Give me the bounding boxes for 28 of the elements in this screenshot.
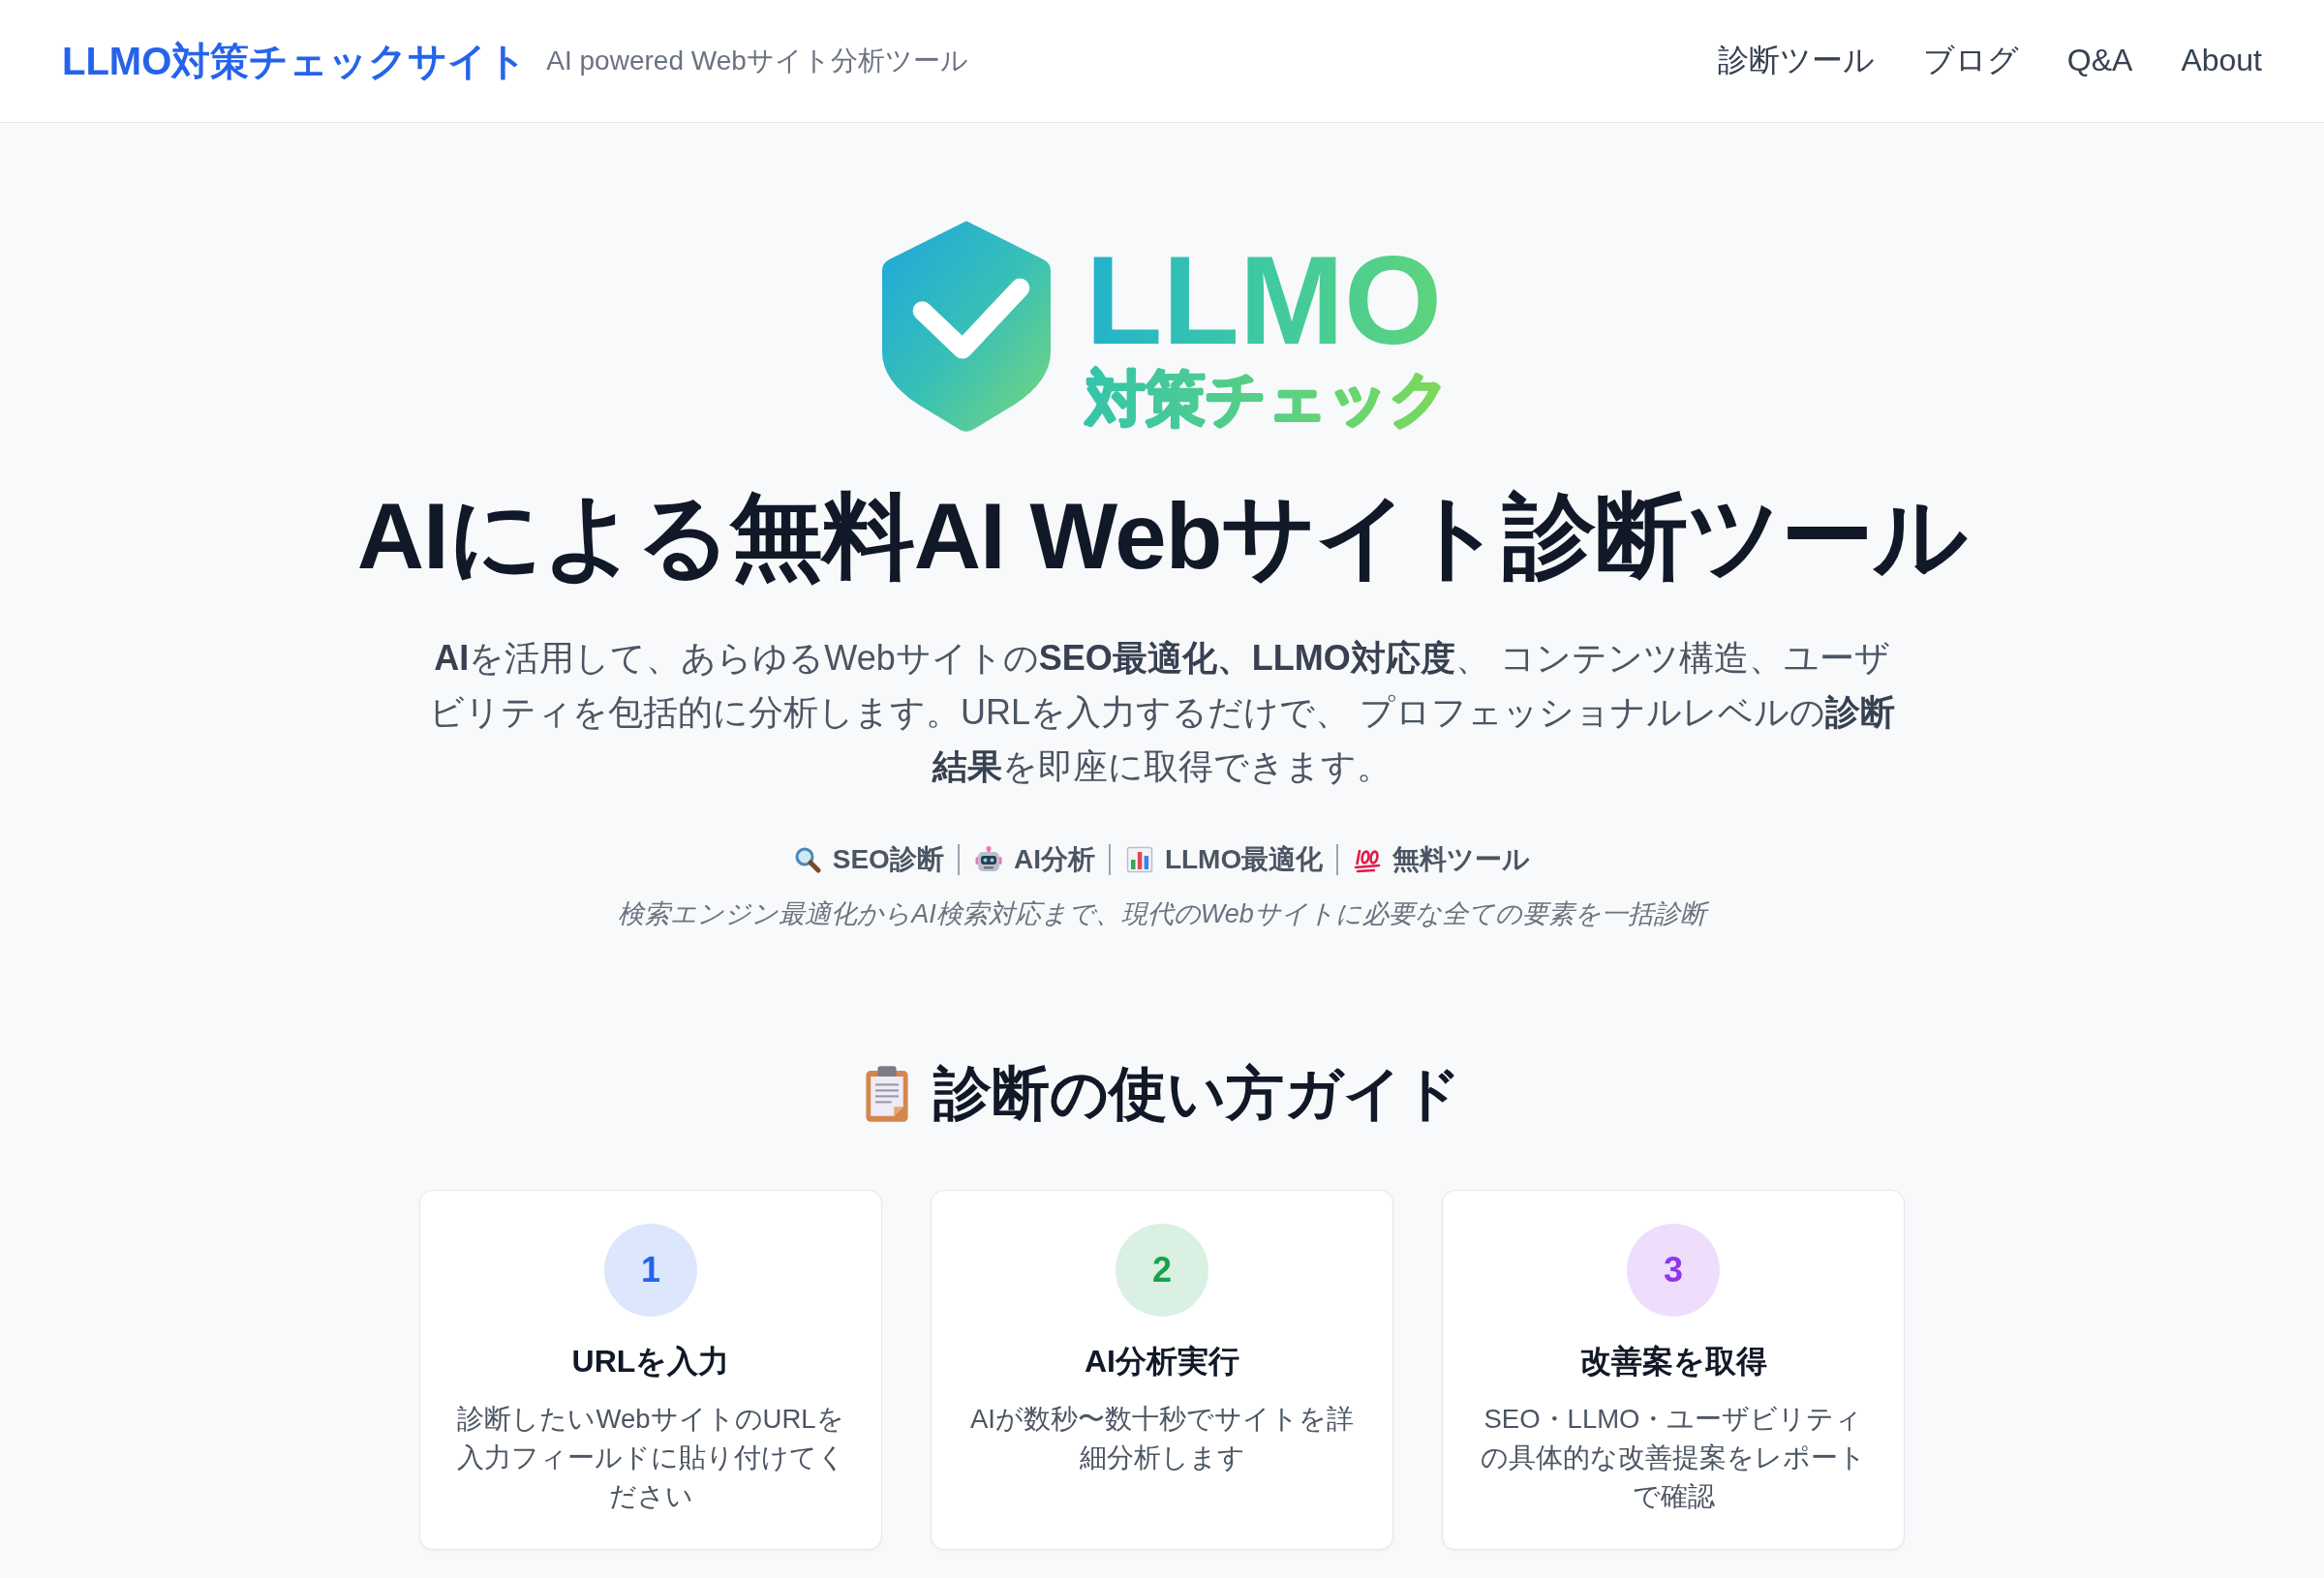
search-icon	[793, 846, 821, 873]
step-description: 診断したいWebサイトのURLを入力フィールドに貼り付けてください	[455, 1403, 846, 1513]
feature-label: 無料ツール	[1392, 843, 1531, 876]
nav-link[interactable]: Q&A	[2066, 41, 2133, 81]
hero-note: 検索エンジン最適化からAI検索対応まで、現代のWebサイトに必要な全ての要素を一括診断	[0, 895, 2324, 933]
shield-check-icon	[880, 218, 1053, 433]
site-tagline: AI powered Webサイト分析ツール	[546, 45, 968, 77]
step-title: URLを入力	[571, 1343, 730, 1381]
step-title: 改善案を取得	[1579, 1343, 1767, 1381]
nav-link[interactable]: About	[2181, 41, 2262, 81]
step-title: AI分析実行	[1085, 1343, 1239, 1381]
feature-label: AI分析	[1013, 843, 1095, 876]
step-number: 3	[1627, 1224, 1720, 1317]
guide-title: 診断の使い方ガイド	[933, 1060, 1461, 1128]
clipboard-icon	[863, 1065, 910, 1123]
nav-link[interactable]: ブログ	[1922, 41, 2019, 81]
nav-link[interactable]: 診断ツール	[1717, 41, 1875, 81]
hero-description: AIを活用して、あらゆるWebサイトのSEO最適化、LLMO対応度、 コンテンツ構造、ユーザビリティを包括的に分析します。URLを入力するだけで、 プロフェッショナルレベルの診断結果を即座に取得できます。	[428, 637, 1896, 788]
robot-icon	[974, 846, 1002, 873]
step-number: 2	[1116, 1224, 1208, 1317]
step-description: SEO・LLMO・ユーザビリティの具体的な改善提案をレポートで確認	[1480, 1403, 1867, 1513]
step-description: AIが数秒〜数十秒でサイトを詳細分析します	[969, 1403, 1355, 1474]
feature-label: SEO診断	[832, 843, 944, 876]
brand-link[interactable]: LLMO対策チェックサイト	[62, 38, 528, 84]
feature-label: LLMO最適化	[1164, 843, 1324, 876]
bar-chart-icon	[1125, 846, 1153, 873]
hero-title: AIによる無料AI Webサイト診断ツール	[355, 483, 1969, 590]
step-number: 1	[604, 1224, 697, 1317]
